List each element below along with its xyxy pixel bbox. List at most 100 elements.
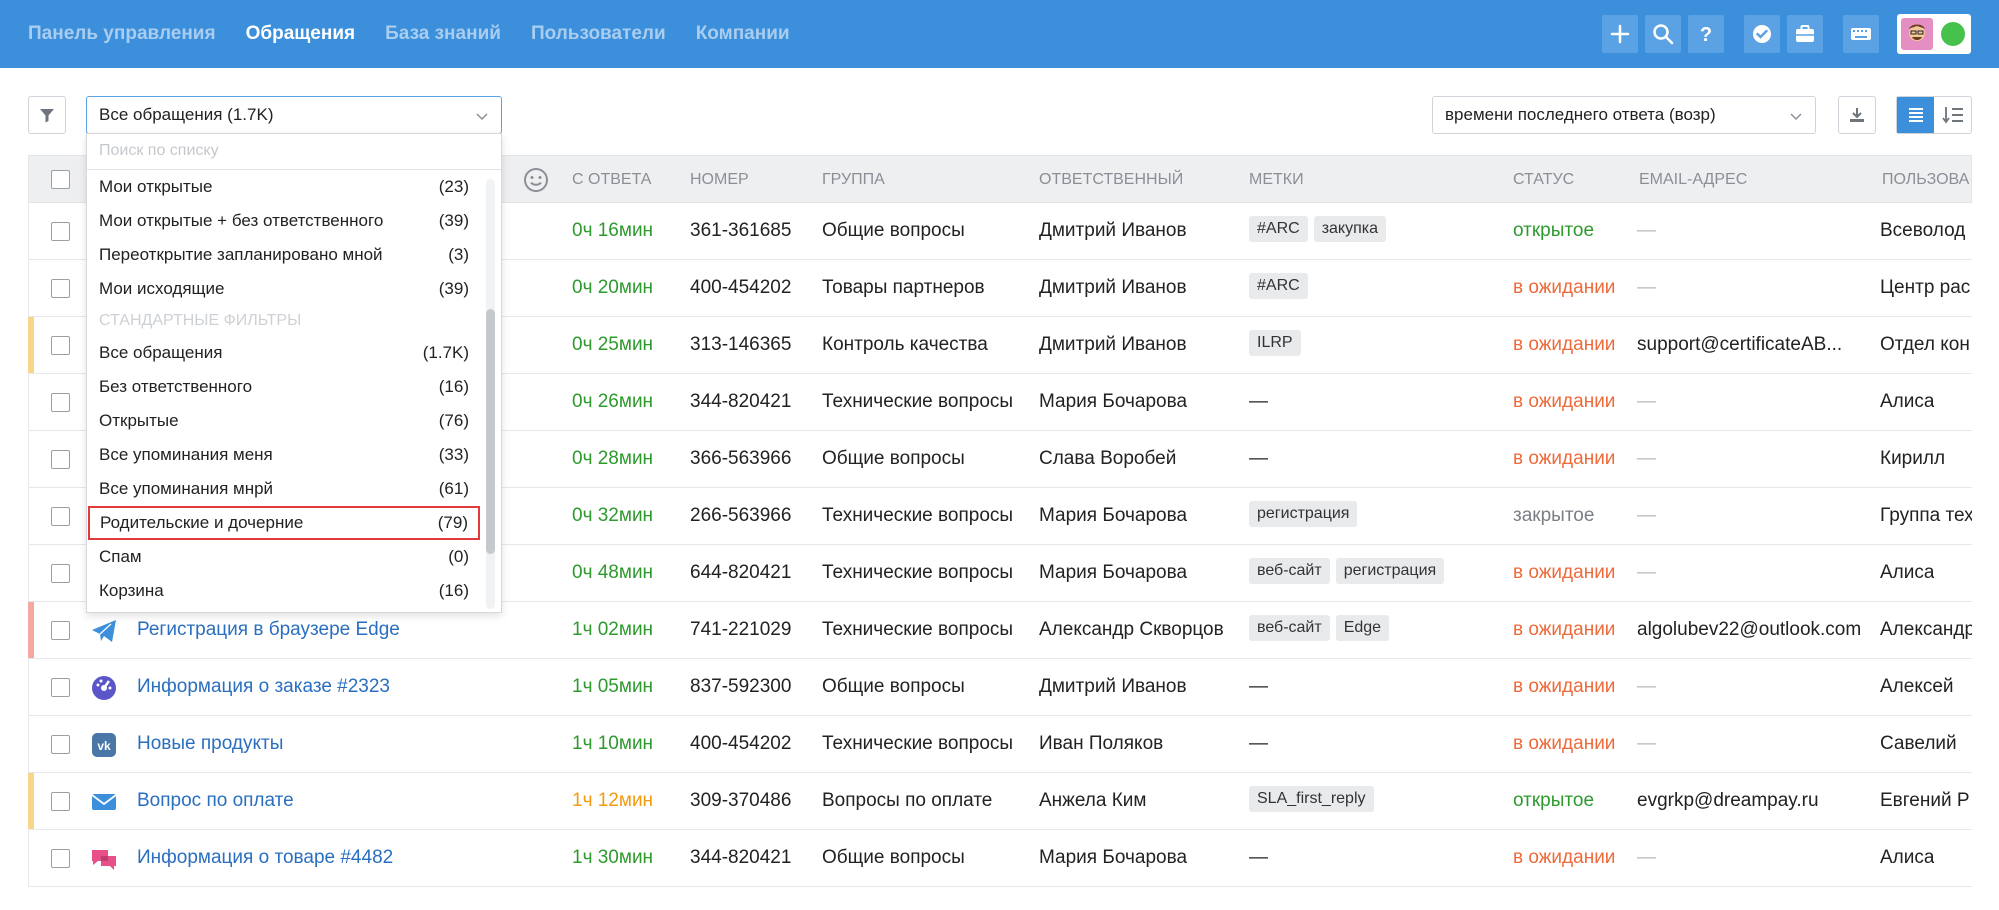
dropdown-item[interactable]: Мои открытые + без ответственного (39) [87,204,481,238]
question-icon: ? [1700,24,1712,45]
export-button[interactable] [1838,96,1876,134]
since-reply-cell: 1ч 02мин [572,619,654,640]
tags-empty: — [1249,676,1268,697]
row-checkbox[interactable] [51,735,70,754]
table-row[interactable]: Информация о заказе #2323 1ч 05мин 837-592… [28,659,1972,716]
view-select[interactable]: Все обращения (1.7K) [86,96,502,134]
nav-companies[interactable]: Компании [696,23,790,45]
row-checkbox[interactable] [51,507,70,526]
ticket-subject-link[interactable]: Информация о заказе #2323 [137,676,390,698]
number-cell: 344-820421 [690,391,792,412]
tag-badge[interactable]: веб-сайт [1249,558,1330,584]
list-view-button[interactable] [1897,97,1934,133]
tag-badge[interactable]: #ARC [1249,216,1308,242]
dropdown-item[interactable]: Корзина (16) [87,574,481,608]
row-checkbox[interactable] [51,678,70,697]
tag-badge[interactable]: регистрация [1335,558,1445,584]
user-menu[interactable] [1897,14,1971,54]
compact-view-button[interactable] [1934,97,1971,133]
avatar [1901,18,1933,50]
sort-select-value: времени последнего ответа (возр) [1445,105,1716,124]
top-navigation-bar: Панель управления Обращения База знаний … [0,0,1999,68]
tags-empty: — [1249,448,1268,469]
briefcase-button[interactable] [1787,15,1823,53]
tags-cell: #ARC закупка [1249,216,1387,242]
ticket-subject-link[interactable]: Информация о товаре #4482 [137,847,393,869]
dropdown-item-count: (16) [438,377,469,396]
dropdown-item[interactable]: Все упоминания мнрй (61) [87,472,481,506]
dropdown-item[interactable]: Мои исходящие (39) [87,272,481,306]
row-checkbox[interactable] [51,279,70,298]
row-checkbox[interactable] [51,450,70,469]
tags-cell: SLA_first_reply [1249,786,1374,812]
header-tags[interactable]: Метки [1249,171,1304,189]
status-cell: в ожидании [1513,448,1616,469]
ticket-subject-link[interactable]: Регистрация в браузере Edge [137,619,400,641]
help-button[interactable]: ? [1688,15,1724,53]
sort-select[interactable]: времени последнего ответа (возр) [1432,96,1816,134]
dropdown-item[interactable]: Спам (0) [87,540,481,574]
status-cell: в ожидании [1513,277,1616,298]
nav-dashboard[interactable]: Панель управления [28,23,216,45]
row-checkbox[interactable] [51,621,70,640]
status-button[interactable] [1744,15,1780,53]
create-button[interactable] [1602,15,1638,53]
dropdown-item-count: (16) [438,581,469,600]
email-cell: — [1637,733,1656,754]
email-cell: algolubev22@outlook.com [1637,619,1862,640]
ticket-subject-link[interactable]: Новые продукты [137,733,283,755]
email-cell: — [1637,277,1656,298]
header-number[interactable]: Номер [690,171,749,189]
row-checkbox[interactable] [51,849,70,868]
row-checkbox[interactable] [51,792,70,811]
row-checkbox[interactable] [51,564,70,583]
tag-badge[interactable]: SLA_first_reply [1249,786,1374,812]
status-cell: открытое [1513,220,1595,241]
tag-badge[interactable]: регистрация [1249,501,1358,527]
keyboard-button[interactable] [1843,15,1879,53]
row-checkbox[interactable] [51,393,70,412]
nav-knowledge-base[interactable]: База знаний [385,23,501,45]
header-status[interactable]: Статус [1513,171,1574,189]
dropdown-search-input[interactable]: Поиск по списку [87,134,501,170]
assignee-cell: Дмитрий Иванов [1039,277,1187,298]
header-user[interactable]: Пользова [1882,171,1973,189]
user-cell: Алиса [1880,391,1935,412]
dropdown-item[interactable]: Открытые (76) [87,404,481,438]
nav-tickets[interactable]: Обращения [246,23,356,45]
header-assignee[interactable]: Ответственный [1039,171,1183,189]
row-checkbox[interactable] [51,222,70,241]
table-row[interactable]: Вопрос по оплате 1ч 12мин 309-370486 Вопрос… [28,773,1972,830]
status-cell: в ожидании [1513,334,1616,355]
tag-badge[interactable]: #ARC [1249,273,1308,299]
search-button[interactable] [1645,15,1681,53]
svg-text:vk: vk [97,739,111,753]
since-reply-cell: 0ч 48мин [572,562,654,583]
tag-badge[interactable]: веб-сайт [1249,615,1330,641]
tag-badge[interactable]: Edge [1335,615,1390,641]
header-group[interactable]: Группа [822,171,885,189]
select-all-checkbox[interactable] [51,170,70,189]
dropdown-item-count: (76) [438,411,469,430]
status-cell: в ожидании [1513,619,1616,640]
nav-users[interactable]: Пользователи [531,23,666,45]
table-row[interactable]: vk Новые продукты 1ч 10мин 400-454202 Технич… [28,716,1972,773]
dropdown-scrollbar-thumb[interactable] [486,309,495,554]
row-checkbox[interactable] [51,336,70,355]
smile-icon[interactable] [523,167,549,193]
dropdown-item[interactable]: Все упоминания меня (33) [87,438,481,472]
header-since-reply[interactable]: С ответа [572,171,651,189]
tag-badge[interactable]: закупка [1313,216,1387,242]
dropdown-section-label: Стандартные фильтры [99,312,302,329]
table-row[interactable]: Информация о товаре #4482 1ч 30мин 344-820… [28,830,1972,887]
header-email[interactable]: Email-адрес [1639,171,1747,189]
dropdown-item[interactable]: Родительские и дочерние (79) [88,506,480,540]
tag-badge[interactable]: ILRP [1249,330,1301,356]
dropdown-item[interactable]: Переоткрытие запланировано мной (3) [87,238,481,272]
dropdown-item[interactable]: Без ответственного (16) [87,370,481,404]
number-cell: 344-820421 [690,847,792,868]
ticket-subject-link[interactable]: Вопрос по оплате [137,790,294,812]
dropdown-item[interactable]: Мои открытые (23) [87,170,481,204]
dropdown-item[interactable]: Все обращения (1.7K) [87,336,481,370]
filter-button[interactable] [28,96,66,134]
